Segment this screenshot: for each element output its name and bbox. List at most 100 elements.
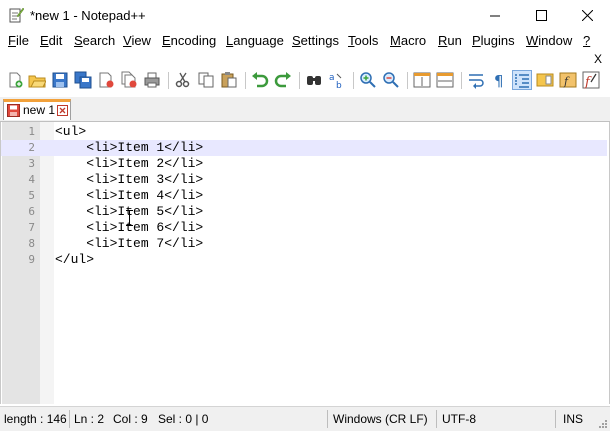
toolbar-separator (461, 72, 462, 89)
toolbar-separator (299, 72, 300, 89)
status-column: Col : 9 (113, 412, 148, 426)
code-line[interactable]: 3 <li>Item 2</li> (1, 156, 607, 172)
menu-view[interactable]: View (123, 33, 151, 48)
line-number: 1 (28, 125, 35, 138)
title-bar: *new 1 - Notepad++ (0, 0, 610, 30)
function-list-icon[interactable]: f (559, 71, 577, 89)
document-map-icon[interactable] (536, 71, 554, 89)
tab-label: new 1 (23, 103, 56, 117)
line-number: 6 (28, 205, 35, 218)
replace-icon[interactable]: ab (328, 71, 346, 89)
tab-new-1[interactable]: new 1 (3, 99, 71, 120)
line-number: 9 (28, 253, 35, 266)
minimize-button[interactable] (472, 0, 518, 30)
status-selection: Sel : 0 | 0 (158, 412, 209, 426)
resize-grip-icon[interactable] (597, 418, 608, 429)
find-icon[interactable] (305, 71, 323, 89)
unsaved-file-icon (7, 104, 20, 117)
status-bar: length : 146 Ln : 2 Col : 9 Sel : 0 | 0 … (0, 406, 610, 431)
close-document-button[interactable]: X (594, 52, 602, 66)
tab-close-icon[interactable] (57, 105, 68, 116)
tab-bar: new 1 (0, 97, 610, 122)
code-text[interactable]: <li>Item 7</li> (55, 236, 203, 252)
close-window-button[interactable] (564, 0, 610, 30)
menu-settings[interactable]: Settings (292, 33, 339, 48)
code-text[interactable]: <li>Item 2</li> (55, 156, 203, 172)
line-number: 7 (28, 221, 35, 234)
menu-bar: File Edit Search View Encoding Language … (0, 30, 610, 52)
status-separator (436, 410, 437, 428)
code-line[interactable]: 5 <li>Item 4</li> (1, 188, 607, 204)
close-all-icon[interactable] (120, 71, 138, 89)
toolbar-separator (168, 72, 169, 89)
toolbar-separator (353, 72, 354, 89)
menu-encoding[interactable]: Encoding (162, 33, 216, 48)
sync-vertical-icon[interactable] (413, 71, 431, 89)
paste-icon[interactable] (220, 71, 238, 89)
code-line[interactable]: 8 <li>Item 7</li> (1, 236, 607, 252)
menu-plugins[interactable]: Plugins (472, 33, 515, 48)
menu-edit[interactable]: Edit (40, 33, 62, 48)
line-number: 8 (28, 237, 35, 250)
editor[interactable]: 1 <ul> 2 <li>Item 1</li> 3 <li>Item 2</li> 4… (0, 122, 610, 404)
sync-horizontal-icon[interactable] (436, 71, 454, 89)
save-icon[interactable] (51, 71, 69, 89)
svg-text:b: b (336, 81, 342, 89)
code-line[interactable]: 6 <li>Item 5</li> (1, 204, 607, 220)
menu-window[interactable]: Window (526, 33, 572, 48)
maximize-button[interactable] (518, 0, 564, 30)
notepad-plus-plus-icon (9, 7, 24, 23)
status-separator (69, 410, 70, 428)
copy-icon[interactable] (197, 71, 215, 89)
save-all-icon[interactable] (74, 71, 92, 89)
show-all-characters-icon[interactable]: ¶ (490, 71, 508, 89)
line-number: 4 (28, 173, 35, 186)
text-cursor-icon (126, 210, 133, 226)
menu-macro[interactable]: Macro (390, 33, 426, 48)
code-text[interactable]: </ul> (55, 252, 94, 268)
toolbar-separator (407, 72, 408, 89)
status-encoding[interactable]: UTF-8 (442, 412, 476, 426)
zoom-in-icon[interactable] (359, 71, 377, 89)
status-line: Ln : 2 (74, 412, 105, 426)
word-wrap-icon[interactable] (467, 71, 485, 89)
window-title: *new 1 - Notepad++ (30, 8, 146, 23)
open-file-icon[interactable] (28, 71, 46, 89)
close-window-icon (581, 9, 593, 21)
cut-icon[interactable] (174, 71, 192, 89)
status-insert-mode[interactable]: INS (563, 412, 583, 426)
status-eol-format[interactable]: Windows (CR LF) (333, 412, 428, 426)
menu-language[interactable]: Language (226, 33, 284, 48)
menu-help[interactable]: ? (583, 33, 590, 48)
line-number: 2 (28, 141, 35, 154)
menu-file[interactable]: File (8, 33, 29, 48)
code-text[interactable]: <ul> (55, 124, 86, 140)
undo-icon[interactable] (251, 71, 269, 89)
menu-run[interactable]: Run (438, 33, 462, 48)
line-number: 3 (28, 157, 35, 170)
code-text[interactable]: <li>Item 4</li> (55, 188, 203, 204)
zoom-out-icon[interactable] (382, 71, 400, 89)
code-line[interactable]: 4 <li>Item 3</li> (1, 172, 607, 188)
minimize-icon (489, 15, 500, 16)
new-file-icon[interactable] (6, 71, 24, 89)
indent-guide-icon[interactable] (512, 70, 532, 90)
maximize-icon (535, 9, 547, 21)
code-line[interactable]: 2 <li>Item 1</li> (1, 140, 607, 156)
status-separator (555, 410, 556, 428)
code-text[interactable]: <li>Item 1</li> (55, 140, 203, 156)
code-text[interactable]: <li>Item 3</li> (55, 172, 203, 188)
close-icon[interactable] (97, 71, 115, 89)
print-icon[interactable] (143, 71, 161, 89)
code-line[interactable]: 7 <li>Item 6</li> (1, 220, 607, 236)
code-line[interactable]: 1 <ul> (1, 124, 607, 140)
toolbar: ab ¶ f f (0, 66, 610, 94)
menu-search[interactable]: Search (74, 33, 115, 48)
line-number: 5 (28, 189, 35, 202)
status-length: length : 146 (4, 412, 67, 426)
record-macro-icon[interactable]: f (582, 71, 600, 89)
code-line[interactable]: 9 </ul> (1, 252, 607, 268)
redo-icon[interactable] (274, 71, 292, 89)
menu-tools[interactable]: Tools (348, 33, 378, 48)
svg-text:¶: ¶ (494, 72, 504, 89)
